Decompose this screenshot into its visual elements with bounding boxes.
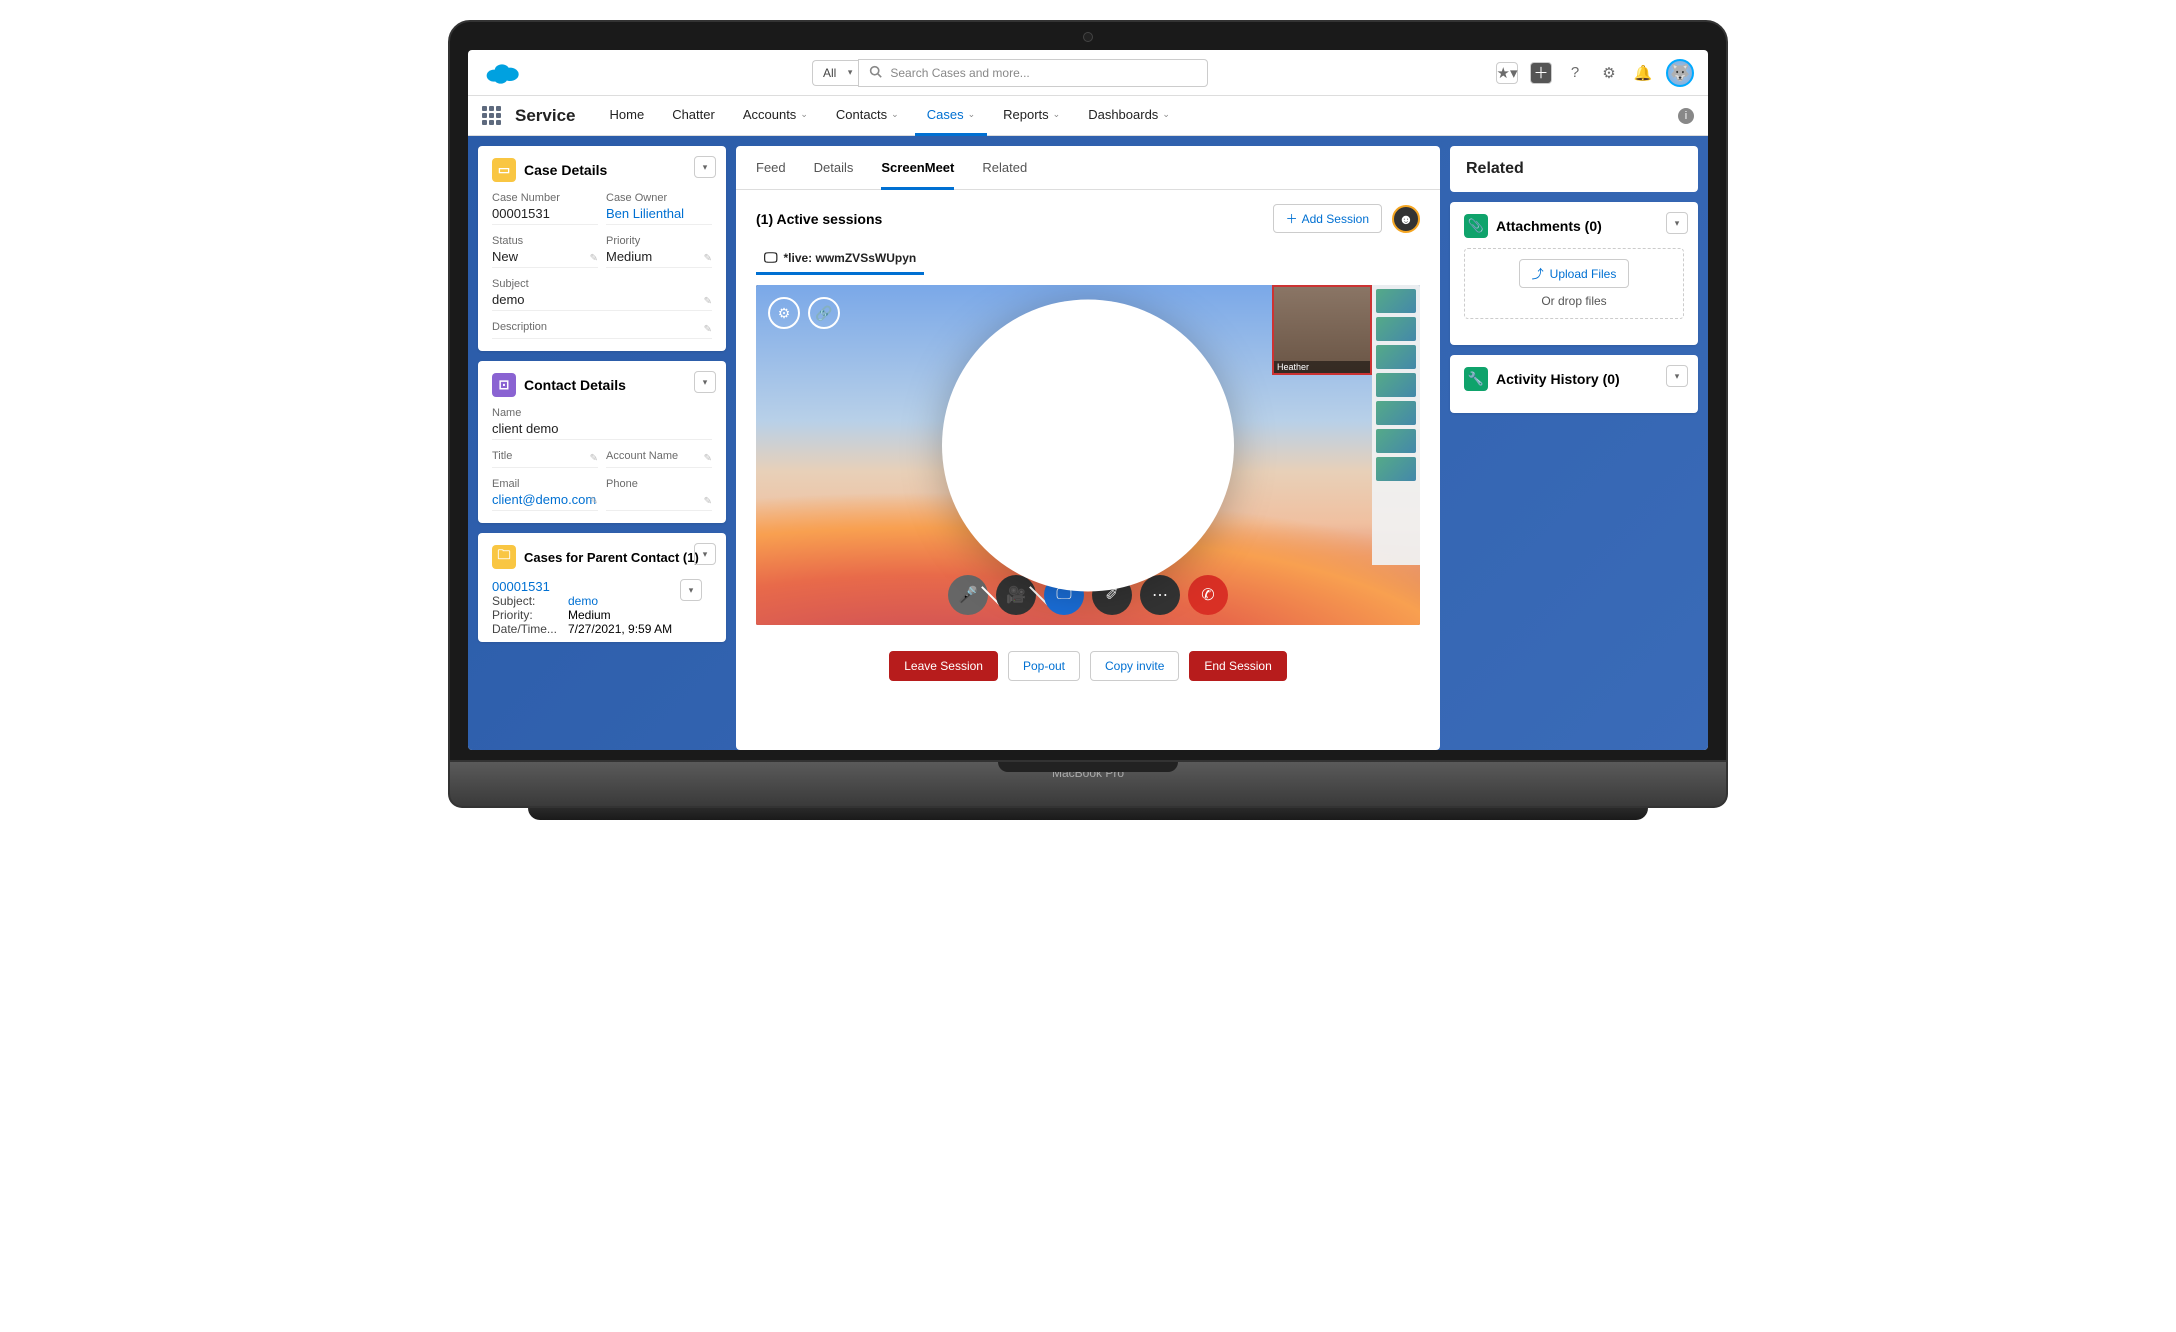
- chevron-down-icon: ⌄: [800, 109, 808, 120]
- salesforce-logo: [482, 59, 522, 87]
- contact-email-link[interactable]: client@demo.com: [492, 492, 598, 507]
- play-video-overlay-button[interactable]: [938, 296, 1238, 601]
- laptop-foot: [528, 808, 1648, 820]
- nav-dashboards[interactable]: Dashboards⌄: [1076, 96, 1182, 136]
- edit-pencil-icon[interactable]: ✎: [704, 296, 712, 307]
- card-menu-button[interactable]: ▾: [1666, 365, 1688, 387]
- card-menu-button[interactable]: ▾: [694, 543, 716, 565]
- chevron-down-icon: ⌄: [1053, 109, 1061, 120]
- nav-cases[interactable]: Cases⌄: [915, 96, 987, 136]
- nav-contacts[interactable]: Contacts⌄: [824, 96, 911, 136]
- activity-history-card: ▾ 🔧 Activity History (0): [1450, 355, 1698, 413]
- participant-name-label: Heather: [1274, 361, 1370, 373]
- case-owner-link[interactable]: Ben Lilienthal: [606, 206, 712, 221]
- contact-details-card: ▾ ⊡ Contact Details Nameclient demo Titl…: [478, 361, 726, 523]
- global-header: All Search Cases and more... ★▾ ＋ ? ⚙ 🔔 …: [468, 50, 1708, 96]
- app-launcher-icon[interactable]: [482, 106, 501, 125]
- edit-pencil-icon[interactable]: ✎: [704, 453, 712, 464]
- attachments-card: ▾ 📎 Attachments (0) ⤴ Upload Files Or dr…: [1450, 202, 1698, 345]
- leave-session-button[interactable]: Leave Session: [889, 651, 998, 681]
- upload-icon: ⤴: [1532, 265, 1544, 282]
- edit-pencil-icon[interactable]: ✎: [704, 253, 712, 264]
- remote-desktop-icons-strip: [1372, 285, 1420, 565]
- help-icon[interactable]: ?: [1564, 62, 1586, 84]
- session-link-icon[interactable]: 🔗: [808, 297, 840, 329]
- tab-details[interactable]: Details: [814, 160, 854, 189]
- popout-button[interactable]: Pop-out: [1008, 651, 1080, 681]
- nav-accounts[interactable]: Accounts⌄: [731, 96, 820, 136]
- chevron-down-icon: ⌄: [968, 109, 976, 120]
- drop-hint: Or drop files: [1541, 294, 1606, 308]
- search-icon: [869, 65, 882, 81]
- session-settings-icon[interactable]: ⚙: [768, 297, 800, 329]
- tab-related[interactable]: Related: [982, 160, 1027, 189]
- case-number: 00001531: [492, 206, 598, 221]
- file-drop-zone[interactable]: ⤴ Upload Files Or drop files: [1464, 248, 1684, 319]
- nav-chatter[interactable]: Chatter: [660, 96, 727, 136]
- row-menu-button[interactable]: ▾: [680, 579, 702, 601]
- related-case-number-link[interactable]: 00001531: [492, 579, 712, 594]
- nav-reports[interactable]: Reports⌄: [991, 96, 1072, 136]
- related-case-item: ▾ 00001531 Subject:demo Priority:Medium …: [492, 579, 712, 636]
- tab-screenmeet[interactable]: ScreenMeet: [881, 160, 954, 190]
- chevron-down-icon: ⌄: [891, 109, 899, 120]
- card-title: Cases for Parent Contact (1): [524, 550, 699, 565]
- edit-pencil-icon[interactable]: ✎: [590, 496, 598, 507]
- add-session-button[interactable]: ＋Add Session: [1273, 204, 1382, 233]
- subject-value: demo: [492, 292, 712, 307]
- copy-invite-button[interactable]: Copy invite: [1090, 651, 1179, 681]
- tab-feed[interactable]: Feed: [756, 160, 786, 189]
- card-menu-button[interactable]: ▾: [1666, 212, 1688, 234]
- chevron-down-icon: ⌄: [1162, 109, 1170, 120]
- case-icon: 🗀: [492, 545, 516, 569]
- case-icon: ▭: [492, 158, 516, 182]
- favorites-icon[interactable]: ★▾: [1496, 62, 1518, 84]
- card-title: Activity History (0): [1496, 371, 1620, 387]
- edit-pencil-icon[interactable]: ✎: [704, 324, 712, 335]
- related-section-title: Related: [1450, 146, 1698, 192]
- search-scope-dropdown[interactable]: All: [812, 60, 858, 86]
- session-tab-live[interactable]: 🖵 *live: wwmZVSsWUpyn: [756, 243, 924, 275]
- case-tabs-panel: Feed Details ScreenMeet Related (1) Acti…: [736, 146, 1440, 750]
- status-value: New: [492, 249, 598, 264]
- card-menu-button[interactable]: ▾: [694, 371, 716, 393]
- monitor-icon: 🖵: [764, 249, 778, 266]
- user-avatar[interactable]: 🐺: [1666, 59, 1694, 87]
- participant-video-thumbnail[interactable]: Heather: [1272, 285, 1372, 375]
- global-search-input[interactable]: Search Cases and more...: [858, 59, 1208, 87]
- app-name: Service: [515, 106, 576, 126]
- priority-value: Medium: [606, 249, 712, 264]
- contact-name: client demo: [492, 421, 712, 436]
- active-sessions-title: (1) Active sessions: [756, 211, 882, 227]
- notifications-bell-icon[interactable]: 🔔: [1632, 62, 1654, 84]
- edit-pencil-icon[interactable]: ✎: [590, 453, 598, 464]
- screen-share-viewport: ⚙ 🔗 Heather Your microphone is muted: [756, 285, 1420, 625]
- upload-files-button[interactable]: ⤴ Upload Files: [1519, 259, 1630, 288]
- end-session-button[interactable]: End Session: [1189, 651, 1286, 681]
- card-menu-button[interactable]: ▾: [694, 156, 716, 178]
- edit-pencil-icon[interactable]: ✎: [590, 253, 598, 264]
- card-title: Contact Details: [524, 377, 626, 393]
- app-nav: Service Home Chatter Accounts⌄ Contacts⌄…: [468, 96, 1708, 136]
- case-details-card: ▾ ▭ Case Details Case Number00001531 Cas…: [478, 146, 726, 351]
- wrench-icon: 🔧: [1464, 367, 1488, 391]
- setup-gear-icon[interactable]: ⚙: [1598, 62, 1620, 84]
- edit-pencil-icon[interactable]: ✎: [704, 496, 712, 507]
- info-icon[interactable]: i: [1678, 108, 1694, 124]
- nav-home[interactable]: Home: [598, 96, 657, 136]
- add-icon[interactable]: ＋: [1530, 62, 1552, 84]
- card-title: Case Details: [524, 162, 607, 178]
- search-placeholder: Search Cases and more...: [890, 66, 1029, 80]
- card-title: Attachments (0): [1496, 218, 1602, 234]
- laptop-base: MacBook Pro: [448, 762, 1728, 808]
- parent-cases-card: ▾ 🗀 Cases for Parent Contact (1) ▾ 00001…: [478, 533, 726, 642]
- contact-icon: ⊡: [492, 373, 516, 397]
- attachment-icon: 📎: [1464, 214, 1488, 238]
- agent-avatar[interactable]: ☻: [1392, 205, 1420, 233]
- webcam-dot: [1083, 32, 1093, 42]
